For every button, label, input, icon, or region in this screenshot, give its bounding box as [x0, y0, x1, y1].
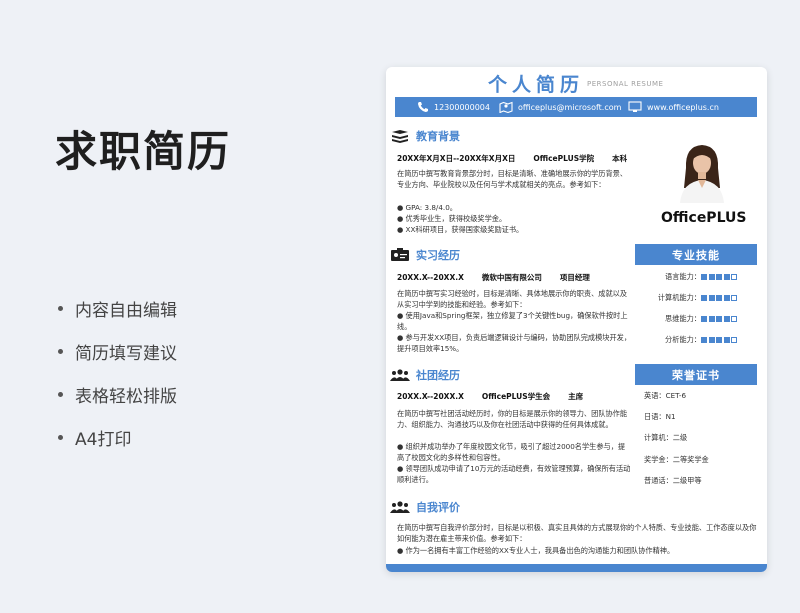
skill-item: 语言能力： — [635, 272, 757, 284]
self-bullets: ● 作为一名拥有丰富工作经验的XX专业人士，我具备出色的沟通能力和团队协作精神。 — [397, 546, 675, 555]
club-bullets: ● 组织并成功举办了年度校园文化节，吸引了超过2000名学生参与，提高了校园文化… — [397, 442, 631, 484]
feature-list: 内容自由编辑 简历填写建议 表格轻松排版 A4打印 — [58, 287, 177, 459]
feature-item: 内容自由编辑 — [58, 287, 177, 330]
section-internship-heading: 实习经历 — [390, 247, 460, 263]
feature-item: 简历填写建议 — [58, 330, 177, 373]
education-row: 20XX年X月X日--20XX年X月X日 OfficePLUS学院 本科 — [397, 154, 628, 163]
resume-header: 个人简历 PERSONAL RESUME — [386, 67, 767, 96]
self-desc: 在简历中撰写自我评价部分时，目标是以积极、真实且具体的方式展现你的个人特质、专业… — [397, 523, 757, 543]
section-club-heading: 社团经历 — [390, 367, 460, 383]
profile-photo — [676, 138, 728, 203]
skill-rating — [701, 337, 739, 343]
honor-item: 奖学金：二等奖学金 — [644, 455, 709, 464]
skill-item: 分析能力： — [635, 335, 757, 347]
skills-heading: 专业技能 — [635, 244, 757, 265]
internship-bullets: ● 使用Java和Spring框架，独立修复了3个关键性bug，确保软件按时上线… — [397, 311, 632, 353]
club-row: 20XX.X--20XX.X OfficePLUS学生会 主席 — [397, 392, 584, 401]
books-icon — [392, 130, 408, 143]
resume-footer-bar — [386, 564, 767, 572]
feature-item: 表格轻松排版 — [58, 373, 177, 416]
section-education-heading: 教育背景 — [390, 128, 460, 144]
section-self-heading: 自我评价 — [390, 499, 460, 515]
honor-item: 计算机：二级 — [644, 433, 688, 442]
skill-item: 思维能力： — [635, 314, 757, 326]
group-icon — [390, 369, 410, 381]
id-card-icon — [391, 248, 409, 261]
skill-rating — [701, 295, 739, 301]
resume-subtitle: PERSONAL RESUME — [587, 80, 664, 88]
map-icon — [499, 101, 513, 113]
resume-preview[interactable]: 个人简历 PERSONAL RESUME 12300000004 officep… — [386, 67, 767, 572]
page-title: 求职简历 — [55, 127, 232, 176]
contact-phone: 12300000004 — [417, 97, 490, 117]
skill-item: 计算机能力： — [635, 293, 757, 305]
education-bullets: ● GPA: 3.8/4.0。 ● 优秀毕业生，获得校级奖学金。 ● XX科研项… — [397, 203, 524, 234]
contact-web: www.officeplus.cn — [628, 97, 719, 117]
honors-heading: 荣誉证书 — [635, 364, 757, 385]
club-desc: 在简历中撰写社团活动经历时，你的目标是展示你的领导力、团队协作能力、组织能力、沟… — [397, 409, 628, 429]
contact-bar: 12300000004 officeplus@microsoft.com www… — [395, 97, 757, 117]
internship-desc: 在简历中撰写实习经验时，目标是清晰、具体地展示你的职责、成就以及从实习中学到的技… — [397, 289, 628, 309]
group-icon — [390, 501, 410, 513]
honor-item: 普通话：二级甲等 — [644, 476, 702, 485]
monitor-icon — [628, 101, 642, 112]
candidate-name: OfficePLUS — [661, 210, 747, 226]
phone-icon — [418, 102, 428, 112]
internship-row: 20XX.X--20XX.X 微软中国有限公司 项目经理 — [397, 273, 590, 282]
contact-email: officeplus@microsoft.com — [499, 97, 621, 117]
skill-rating — [701, 274, 739, 280]
feature-item: A4打印 — [58, 416, 177, 459]
education-desc: 在简历中撰写教育背景部分时，目标是清晰、准确地展示你的学历背景、专业方向、毕业院… — [397, 169, 628, 189]
honor-item: 英语：CET-6 — [644, 391, 687, 400]
honor-item: 日语：N1 — [644, 412, 676, 421]
resume-title: 个人简历 — [488, 74, 585, 96]
skill-rating — [701, 316, 739, 322]
